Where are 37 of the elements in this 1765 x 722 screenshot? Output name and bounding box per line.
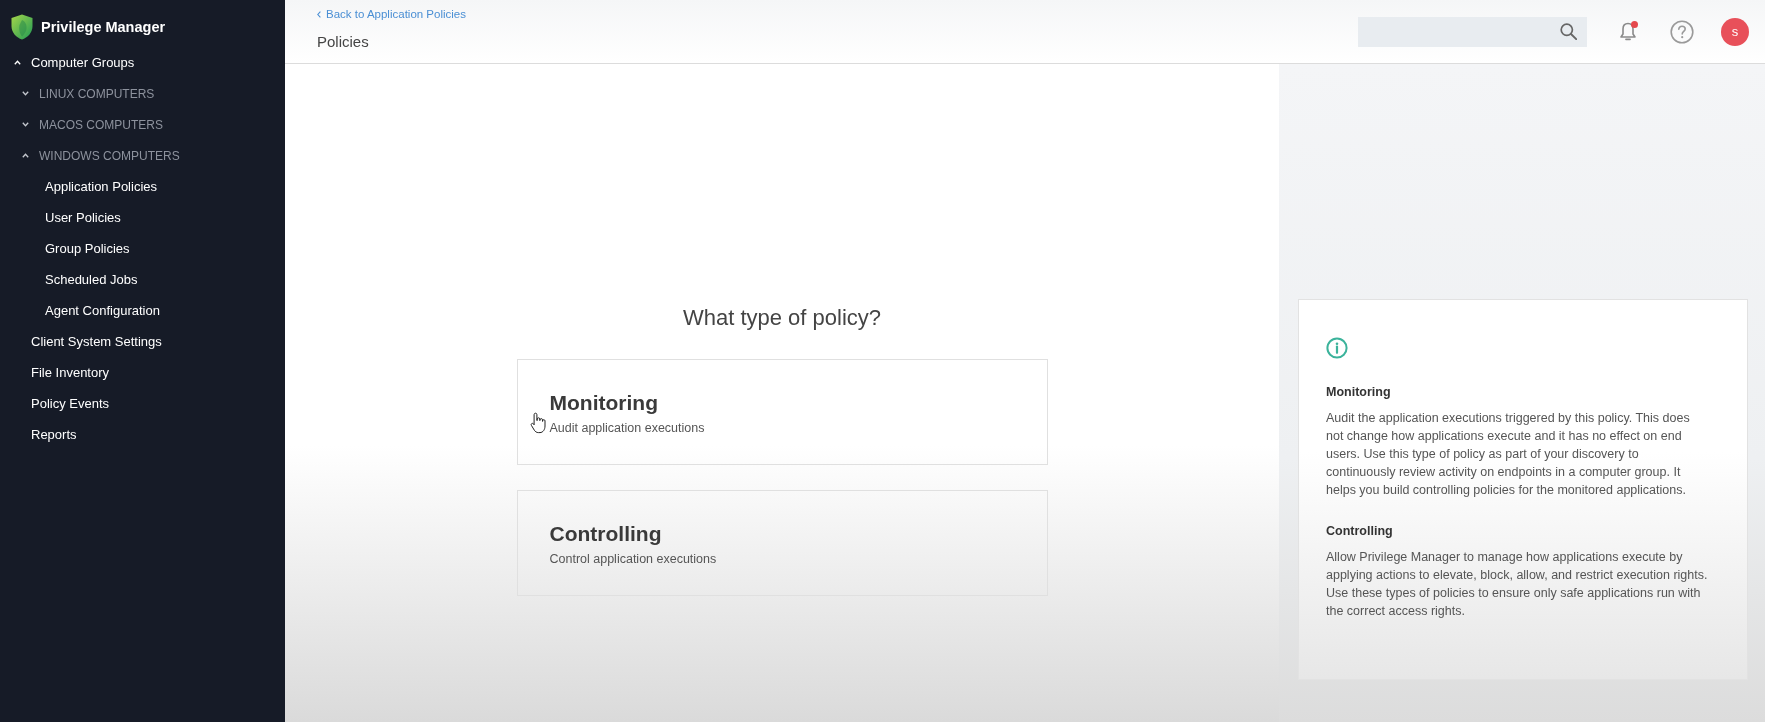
policy-option-card[interactable]: Monitoring Audit application executions xyxy=(516,359,1048,465)
sidebar-group-item[interactable]: WINDOWS COMPUTERS xyxy=(0,140,285,171)
notifications-button[interactable] xyxy=(1618,20,1638,43)
shield-logo-icon xyxy=(11,14,33,40)
sidebar-group-item[interactable]: MACOS COMPUTERS xyxy=(0,109,285,140)
bell-icon xyxy=(1618,20,1638,43)
help-icon xyxy=(1670,19,1694,44)
sidebar-item[interactable]: Policy Events xyxy=(0,388,285,419)
sidebar-item[interactable]: User Policies xyxy=(0,202,285,233)
sidebar-item[interactable]: Group Policies xyxy=(0,233,285,264)
question-heading: What type of policy? xyxy=(681,305,883,331)
sidebar-item[interactable]: Client System Settings xyxy=(0,326,285,357)
search-field[interactable] xyxy=(1358,16,1587,47)
page-title: Policies xyxy=(317,34,369,50)
user-avatar[interactable]: s xyxy=(1721,17,1749,46)
option-description: Control application executions xyxy=(549,551,718,568)
option-title: Controlling xyxy=(549,521,663,547)
help-button[interactable] xyxy=(1670,19,1694,44)
policy-option-card[interactable]: Controlling Control application executions xyxy=(516,490,1048,596)
sidebar-group-item[interactable]: LINUX COMPUTERS xyxy=(0,78,285,109)
option-description: Audit application executions xyxy=(549,420,706,437)
hand-cursor-icon xyxy=(529,412,546,434)
sidebar-item[interactable]: Scheduled Jobs xyxy=(0,264,285,295)
sidebar-item[interactable]: Agent Configuration xyxy=(0,295,285,326)
info-icon xyxy=(1326,337,1348,359)
section-text: Allow Privilege Manager to manage how applications execute by applying actions to elevate, block, allow, and restrict execution rights. Use these types of policies to ensure only safe applications run with the correct access rights. xyxy=(1326,549,1709,620)
sidebar-item[interactable]: Reports xyxy=(0,419,285,450)
sidebar-item[interactable]: Application Policies xyxy=(0,171,285,202)
section-text: Audit the application executions triggered by this policy. This does not change how applications execute and it has no effect on end users. Use this type of policy as part of your discovery to continuously review activity on endpoints in a computer group. It helps you build controlling policies for the monitored applications. xyxy=(1326,410,1691,499)
app-title: Privilege Manager xyxy=(41,19,166,35)
chevron-left-icon xyxy=(317,10,321,18)
section-heading: Monitoring xyxy=(1326,384,1392,400)
option-title: Monitoring xyxy=(549,390,659,416)
sidebar-item[interactable]: File Inventory xyxy=(0,357,285,388)
section-heading: Controlling xyxy=(1326,523,1394,539)
sidebar-item[interactable]: Computer Groups xyxy=(0,47,285,78)
search-icon[interactable] xyxy=(1560,23,1577,40)
